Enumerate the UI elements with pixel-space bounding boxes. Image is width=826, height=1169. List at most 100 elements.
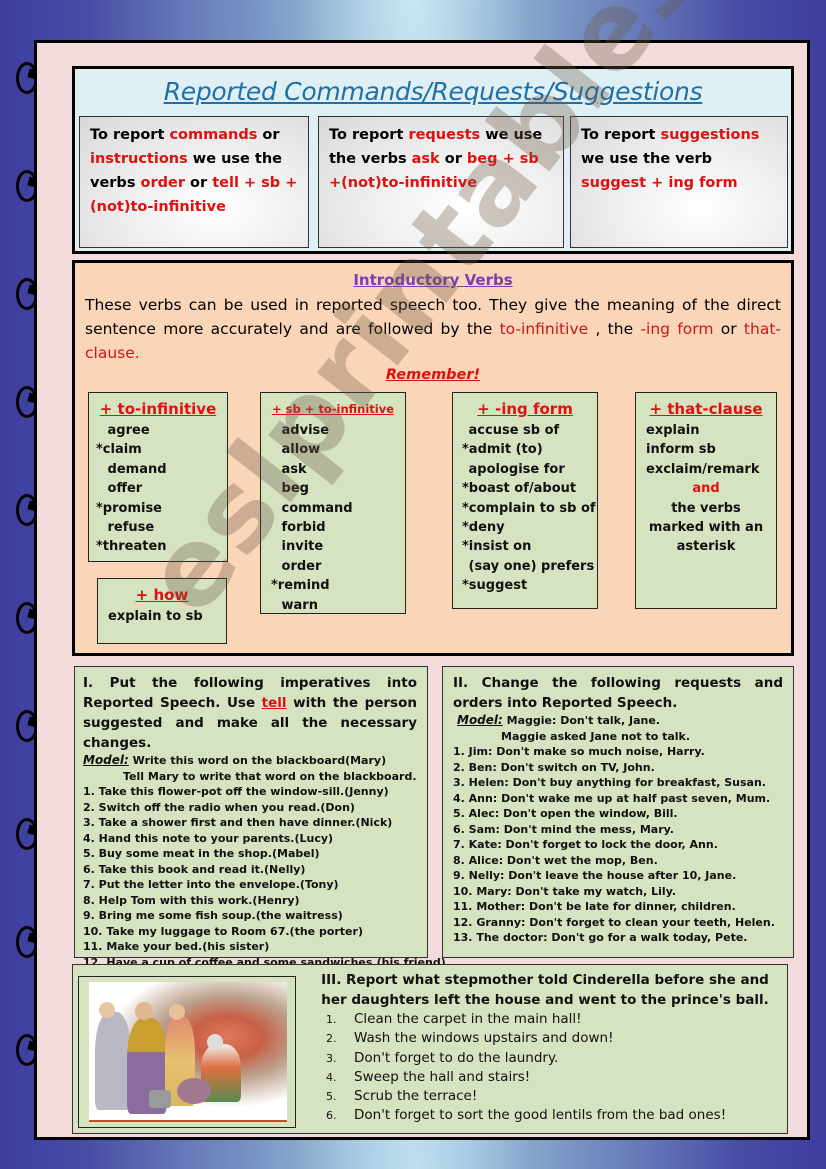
model-prompt: Model: Maggie: Don't talk, Jane. xyxy=(453,713,783,729)
item-number: 3. xyxy=(326,1051,337,1065)
item-number: 2. xyxy=(326,1032,337,1046)
intro-sentence: or xyxy=(713,320,744,338)
exercise-item: 7. Put the letter into the envelope.(Ton… xyxy=(83,878,339,891)
cinderella-illustration xyxy=(89,982,287,1120)
verb-item: offer xyxy=(103,481,143,497)
verb-item: ask xyxy=(277,461,307,477)
item-number: 1. xyxy=(326,1013,337,1026)
exercise-item: 9. Bring me some fish soup.(the waitress… xyxy=(83,909,343,922)
exercise-3-instruction: III. Report what stepmother told Cindere… xyxy=(321,972,769,1008)
illustration-figure xyxy=(99,1002,115,1018)
exercise-item: 9. Nelly: Don't leave the house after 10… xyxy=(453,869,737,882)
exercise-item: 8. Alice: Don't wet the mop, Ben. xyxy=(453,853,658,867)
verb-item: *insist on xyxy=(462,539,532,555)
exercise-2-panel: II. Change the following requests and or… xyxy=(442,666,794,958)
illustration-figure xyxy=(95,1012,131,1110)
exercise-item: 2. Switch off the radio when you read.(D… xyxy=(83,800,355,814)
item-text: Clean the carpet in the main hall! xyxy=(354,1011,582,1027)
keyword-text: order xyxy=(140,175,185,191)
verb-item: agree xyxy=(103,423,150,438)
verb-item: accuse sb of xyxy=(464,423,560,438)
model-prompt-text: Write this word on the blackboard(Mary) xyxy=(128,754,387,767)
rule-text: or xyxy=(439,151,467,167)
exercise-item: 4. Ann: Don't wake me up at half past se… xyxy=(453,791,771,805)
exercise-item: 10. Mary: Don't take my watch, Lily. xyxy=(453,884,677,898)
verb-card-to-infinitive: + to-infinitive agree *claim demand offer… xyxy=(88,392,228,562)
verb-card-ing-form: + -ing form accuse sb of *admit (to) apol… xyxy=(452,392,598,609)
exercise-item: 3. Don't forget to do the laundry. xyxy=(326,1049,726,1068)
exercise-item: 3. Take a shower first and then have din… xyxy=(83,816,393,829)
exercise-item: 1. Take this flower-pot off the window-s… xyxy=(83,785,389,798)
exercise-1-panel: I. Put the following imperatives into Re… xyxy=(74,666,446,969)
rule-text: To report xyxy=(581,127,661,143)
item-text: Wash the windows upstairs and down! xyxy=(354,1030,614,1047)
rule-card-commands: To report commands or instructions we us… xyxy=(79,116,309,248)
verb-item: allow xyxy=(277,442,321,458)
verb-card-heading: + how xyxy=(135,586,189,604)
verb-item: command xyxy=(277,500,353,516)
exercise-item: 11. Make your bed.(his sister) xyxy=(83,940,270,953)
verb-item: *remind xyxy=(271,578,330,594)
exercise-item: 4. Sweep the hall and stairs! xyxy=(326,1068,726,1087)
rule-text: To report xyxy=(329,127,409,143)
intro-title: Introductory Verbs xyxy=(353,271,513,289)
item-number: 5. xyxy=(326,1090,337,1104)
illustration-figure xyxy=(169,1004,185,1020)
exercise-item: 6. Sam: Don't mind the mess, Mary. xyxy=(453,822,674,836)
asterisk-note: asterisk xyxy=(676,539,736,555)
exercise-item: 6. Take this book and read it.(Nelly) xyxy=(83,862,306,876)
verb-item: invite xyxy=(277,539,324,555)
keyword-text: requests xyxy=(408,127,481,143)
illustration-underline xyxy=(89,1120,287,1122)
verb-item: explain to sb xyxy=(108,609,203,624)
item-text: Sweep the hall and stairs! xyxy=(354,1068,531,1085)
exercise-item: 3. Helen: Don't buy anything for breakfa… xyxy=(453,776,766,789)
exercise-item: 5. Scrub the terrace! xyxy=(326,1087,726,1106)
verb-item: forbid xyxy=(277,520,326,536)
illustration-pot xyxy=(177,1078,211,1104)
item-text: Don't forget to do the laundry. xyxy=(354,1049,559,1066)
verb-item: inform sb xyxy=(646,442,716,458)
intro-sentence: , the xyxy=(588,320,641,338)
item-text: Scrub the terrace! xyxy=(354,1088,478,1105)
keyword-text: suggest + ing form xyxy=(581,175,738,191)
item-text: Don't forget to sort the good lentils fr… xyxy=(354,1107,727,1124)
verb-item: *threaten xyxy=(96,539,167,555)
rule-text: or xyxy=(184,175,213,191)
verb-item: explain xyxy=(646,423,700,438)
verb-item: *boast of/about xyxy=(462,481,577,497)
item-number: 6. xyxy=(326,1109,337,1123)
model-answer: Maggie asked Jane not to talk. xyxy=(501,729,691,743)
verb-item: *admit (to) xyxy=(462,442,543,458)
exercise-item: 13. The doctor: Don't go for a walk toda… xyxy=(453,931,748,944)
verb-card-that-clause: + that-clause explain inform sb exclaim/rem… xyxy=(635,392,777,609)
page-title: Reported Commands/Requests/Suggestions xyxy=(163,77,703,106)
asterisk-note: the verbs xyxy=(671,500,741,516)
exercise-item: 7. Kate: Don't forget to lock the door, … xyxy=(453,838,718,851)
model-prompt: Model: Write this word on the blackboard… xyxy=(83,753,417,769)
verb-item: warn xyxy=(277,597,318,613)
and-label: and xyxy=(692,481,720,497)
rule-text: we use the verb xyxy=(581,151,713,167)
rule-text: To report xyxy=(90,127,170,143)
exercise-item: 1. Jim: Don't make so much noise, Harry. xyxy=(453,745,705,758)
exercise-item: 2. Ben: Don't switch on TV, John. xyxy=(453,760,655,774)
verb-item: advise xyxy=(277,423,330,438)
verb-card-sb-to-infinitive: + sb + to-infinitive advise allow ask be… xyxy=(260,392,406,614)
verb-item: apologise for xyxy=(464,461,565,477)
item-number: 4. xyxy=(326,1070,337,1084)
exercise-item: 5. Buy some meat in the shop.(Mabel) xyxy=(83,847,320,860)
verb-card-heading: + to-infinitive xyxy=(99,400,217,418)
asterisk-note: marked with an xyxy=(648,520,764,536)
exercise-item: 10. Take my luggage to Room 67.(the port… xyxy=(83,924,363,938)
exercise-item: 8. Help Tom with this work.(Henry) xyxy=(83,893,300,907)
exercise-2-list: 1. Jim: Don't make so much noise, Harry.… xyxy=(453,744,783,946)
illustration-figure xyxy=(135,1002,153,1020)
keyword-text: to-infinitive xyxy=(499,320,589,338)
keyword-text: commands xyxy=(169,127,258,143)
verb-card-heading: + sb + to-infinitive xyxy=(271,402,395,416)
verb-item: demand xyxy=(103,461,167,477)
verb-item: *complain to sb of xyxy=(462,500,596,516)
verb-item: refuse xyxy=(103,520,155,536)
illustration-pot xyxy=(149,1090,171,1108)
